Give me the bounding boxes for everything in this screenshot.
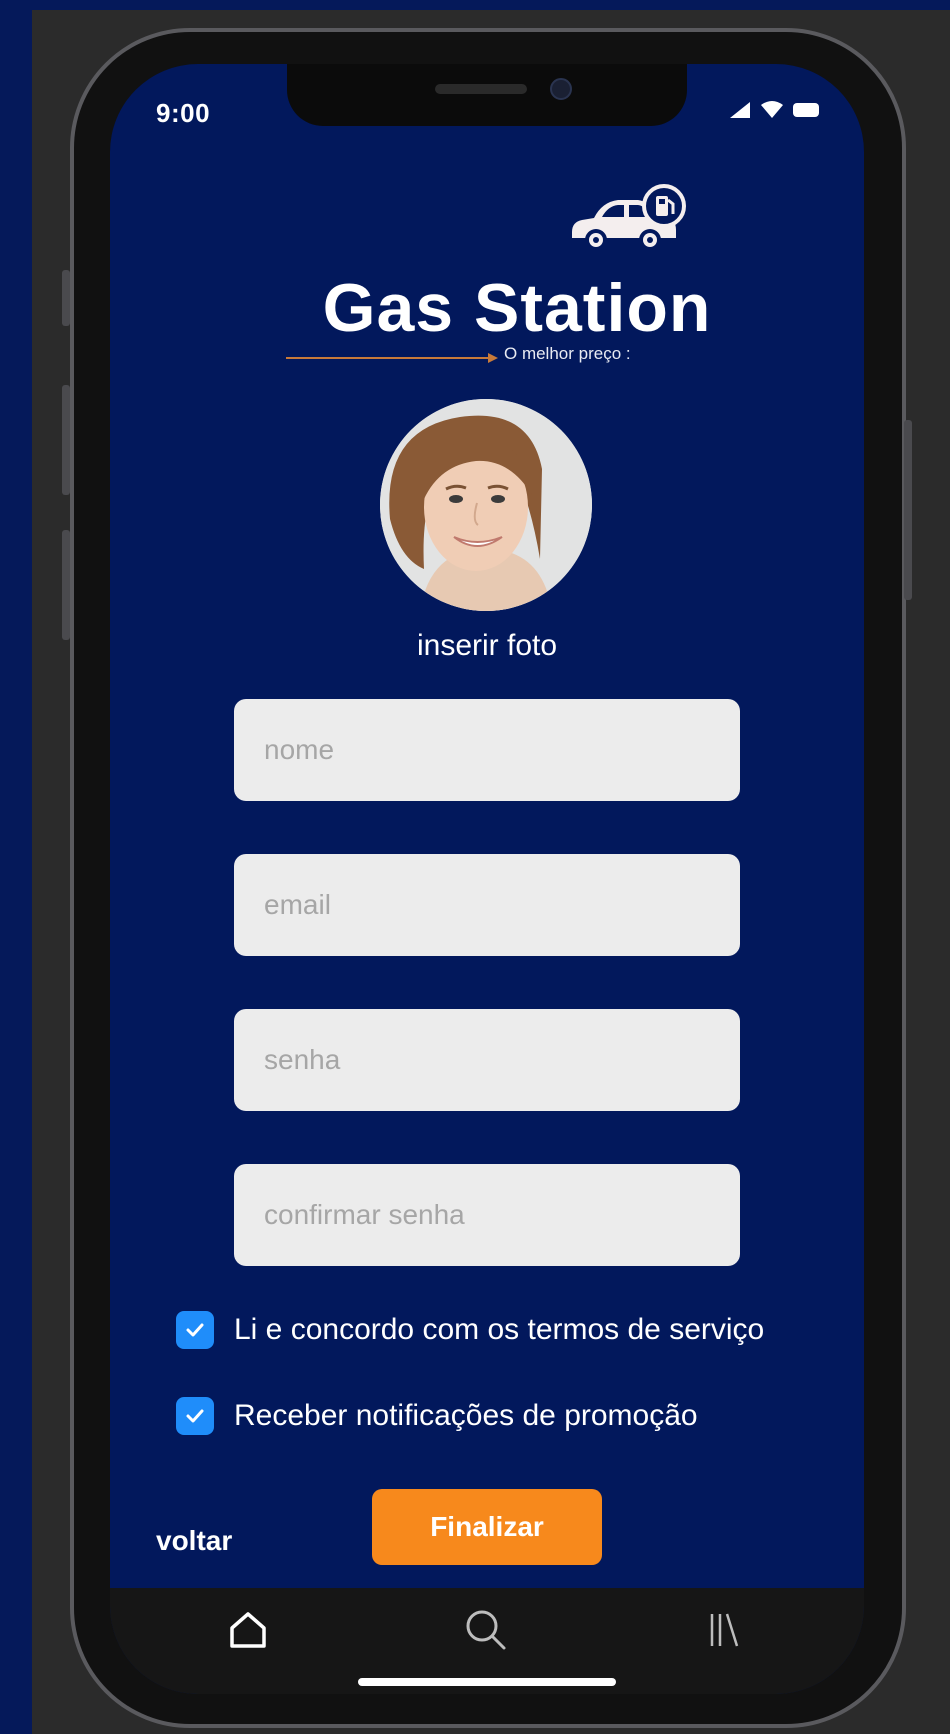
- back-button[interactable]: voltar: [156, 1525, 232, 1557]
- wifi-icon: [761, 101, 783, 118]
- avatar-portrait: [380, 399, 592, 611]
- home-indicator: [358, 1678, 616, 1686]
- checkmark-icon: [186, 1323, 204, 1337]
- battery-icon: [793, 103, 819, 117]
- front-camera: [550, 78, 572, 100]
- email-input[interactable]: [234, 854, 740, 956]
- signal-icon: [730, 102, 750, 118]
- terms-label: Li e concordo com os termos de serviço: [234, 1313, 765, 1346]
- status-time: 9:00: [156, 98, 211, 128]
- home-icon: [230, 1612, 266, 1648]
- insert-photo-link[interactable]: inserir foto: [110, 629, 864, 663]
- checkmark-icon: [186, 1409, 204, 1423]
- car-fuel-logo-icon: [572, 184, 686, 251]
- status-icons: [728, 100, 822, 120]
- email-field[interactable]: [234, 854, 740, 956]
- slogan-arrow: [286, 353, 498, 363]
- promo-checkbox-row[interactable]: Receber notificações de promoção: [176, 1397, 698, 1435]
- password-field[interactable]: [234, 1009, 740, 1111]
- search-icon: [466, 1610, 506, 1650]
- tab-home[interactable]: [218, 1600, 278, 1660]
- tab-library[interactable]: [694, 1600, 754, 1660]
- promo-checkbox[interactable]: [176, 1397, 214, 1435]
- terms-checkbox[interactable]: [176, 1311, 214, 1349]
- library-icon: [710, 1613, 739, 1647]
- logo-slogan: O melhor preço :: [504, 344, 631, 363]
- finish-button[interactable]: Finalizar: [372, 1489, 602, 1565]
- confirm-password-field[interactable]: [234, 1164, 740, 1266]
- phone-screen: 9:00 Gas Station O melhor preço : inseri…: [110, 64, 864, 1694]
- tab-search[interactable]: [456, 1600, 516, 1660]
- promo-label: Receber notificações de promoção: [234, 1399, 698, 1432]
- confirm-password-input[interactable]: [234, 1164, 740, 1266]
- phone-volume-up: [62, 385, 70, 495]
- password-input[interactable]: [234, 1009, 740, 1111]
- terms-checkbox-row[interactable]: Li e concordo com os termos de serviço: [176, 1311, 764, 1349]
- phone-silent-switch: [62, 270, 70, 326]
- phone-volume-down: [62, 530, 70, 640]
- name-input[interactable]: [234, 699, 740, 801]
- profile-photo[interactable]: [380, 399, 592, 611]
- logo-title: Gas Station: [322, 270, 712, 346]
- speaker: [435, 84, 527, 94]
- notch: [287, 64, 687, 126]
- phone-power-button: [904, 420, 912, 600]
- name-field[interactable]: [234, 699, 740, 801]
